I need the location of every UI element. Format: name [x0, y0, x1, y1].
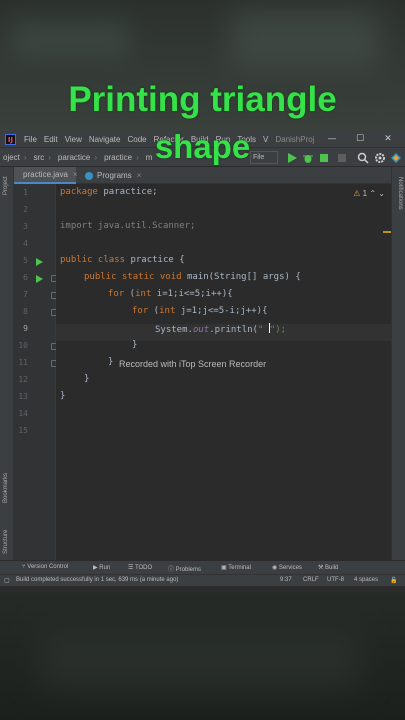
code-line-7: for (int i=1;i<=5;i++){ — [108, 289, 233, 299]
editor-tab-bar: practice.java × Programs × — [14, 167, 391, 184]
ide-window: IJ File Edit View Navigate Code Refactor… — [0, 132, 405, 592]
background-blur — [40, 630, 360, 690]
line-number-current: 9 — [23, 324, 28, 333]
hammer-icon: ⚒ — [318, 565, 326, 571]
close-icon[interactable]: × — [73, 170, 78, 179]
line-number: 5 — [23, 256, 28, 265]
code-editor[interactable]: ⚠ 1 ⌃ ⌄ package paractice; import java.u… — [56, 184, 391, 560]
run-tool-button[interactable]: ▶ Run — [93, 564, 110, 571]
status-icon[interactable]: ▢ — [4, 577, 10, 584]
notifications-tool-tab[interactable]: Notifications — [397, 177, 403, 210]
line-number: 13 — [18, 392, 28, 401]
info-icon: ⓘ — [168, 567, 176, 573]
line-number: 6 — [23, 273, 28, 282]
inspection-widget[interactable]: ⚠ 1 ⌃ ⌄ — [353, 189, 385, 198]
run-main-icon[interactable] — [36, 275, 43, 283]
bookmarks-tool-tab[interactable]: Bookmarks — [3, 473, 9, 503]
java-class-icon — [85, 171, 93, 180]
code-line-9: System.out.println(" "); — [155, 323, 287, 335]
code-line-6: public static void main(String[] args) { — [84, 272, 301, 282]
line-number: 12 — [18, 375, 28, 384]
tab-label: Programs — [97, 171, 132, 180]
tool-window-bar: ⑂ Version Control ▶ Run ☰ TODO ⓘ Problem… — [0, 560, 405, 574]
chevron-down-icon[interactable]: ⌄ — [378, 189, 385, 198]
run-class-icon[interactable] — [36, 258, 43, 266]
file-encoding[interactable]: UTF-8 — [327, 577, 344, 583]
status-message[interactable]: Build completed successfully in 1 sec, 6… — [16, 577, 178, 583]
left-tool-strip: Project Bookmarks Structure — [0, 167, 14, 560]
line-number: 8 — [23, 307, 28, 316]
line-number: 1 — [23, 188, 28, 197]
services-icon: ◉ — [272, 565, 279, 571]
line-separator[interactable]: CRLF — [303, 577, 319, 583]
version-control-button[interactable]: ⑂ Version Control — [22, 564, 68, 570]
structure-tool-tab[interactable]: Structure — [3, 530, 9, 554]
tab-practice-java[interactable]: practice.java × — [14, 167, 78, 184]
background-blur — [10, 20, 130, 60]
close-icon[interactable]: × — [137, 171, 142, 180]
code-line-13: } — [60, 391, 66, 401]
line-number: 14 — [18, 409, 28, 418]
services-button[interactable]: ◉ Services — [272, 564, 302, 571]
line-number: 7 — [23, 290, 28, 299]
right-tool-strip: Notifications — [391, 167, 405, 560]
tab-programs[interactable]: Programs × — [80, 167, 150, 184]
line-number: 4 — [23, 239, 28, 248]
background-blur — [230, 10, 380, 70]
warning-icon: ⚠ — [353, 189, 361, 198]
code-line-5: public class practice { — [60, 255, 185, 265]
code-line-11: } — [108, 357, 114, 367]
build-button[interactable]: ⚒ Build — [318, 564, 338, 571]
caret-position[interactable]: 9:37 — [280, 577, 292, 583]
warning-count: 1 — [362, 189, 368, 198]
line-number: 3 — [23, 222, 28, 231]
editor-gutter: 1 2 3 4 5 6 7 8 9 10 11 12 13 14 15 — [14, 184, 58, 560]
code-line-1: package paractice; — [60, 187, 158, 197]
chevron-up-icon[interactable]: ⌃ — [369, 189, 376, 198]
line-number: 11 — [18, 358, 28, 367]
code-line-3: import java.util.Scanner; — [60, 221, 196, 231]
list-icon: ☰ — [128, 565, 135, 571]
project-tool-tab[interactable]: Project — [3, 176, 9, 195]
recorder-watermark: Recorded with iTop Screen Recorder — [119, 359, 267, 369]
status-bar: ▢ Build completed successfully in 1 sec,… — [0, 574, 405, 586]
code-line-10: } — [132, 340, 138, 350]
line-number: 15 — [18, 426, 28, 435]
problems-button[interactable]: ⓘ Problems — [168, 564, 201, 573]
todo-button[interactable]: ☰ TODO — [128, 564, 152, 571]
video-title-line-2: shape — [154, 128, 251, 165]
lock-icon[interactable]: 🔓 — [390, 577, 397, 584]
code-line-8: for (int j=1;j<=5-i;j++){ — [132, 306, 268, 316]
code-line-12: } — [84, 374, 90, 384]
line-number: 10 — [18, 341, 28, 350]
terminal-button[interactable]: ▣ Terminal — [221, 564, 251, 571]
indent-setting[interactable]: 4 spaces — [354, 577, 378, 583]
line-number: 2 — [23, 205, 28, 214]
video-title-line-1: Printing triangle — [68, 80, 337, 119]
error-stripe-marker[interactable] — [383, 231, 391, 233]
tab-label: practice.java — [23, 170, 68, 179]
